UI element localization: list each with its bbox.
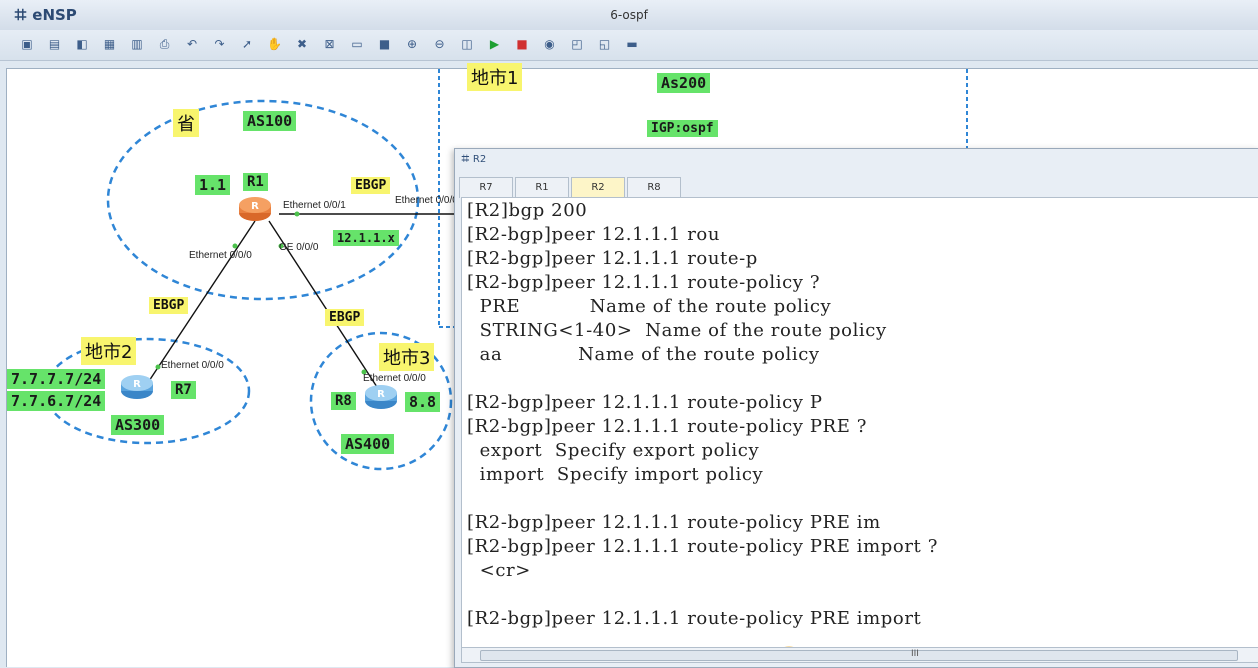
delete-link-icon[interactable]: ⊠: [321, 35, 339, 53]
r7-eth000-port: Ethernet 0/0/0: [161, 360, 224, 371]
port-dot: [155, 364, 161, 370]
toolbar: ▣ ▤ ◧ ▦ ▥ ⎙ ↶ ↷ ➚ ✋ ✖ ⊠ ▭ ■ ⊕ ⊖ ◫ ▶ ■ ◉ ◰ ◱ ▬: [0, 30, 1258, 61]
new-topo2-icon[interactable]: ▤: [46, 35, 64, 53]
terminal-line: PRE Name of the route policy: [467, 296, 832, 317]
zoom-out-icon[interactable]: ⊖: [431, 35, 449, 53]
ebgp-r1-r8-label: EBGP: [325, 309, 365, 326]
terminal-line: [R2-bgp]peer 12.1.1.1 route-policy P: [467, 392, 823, 413]
tab-r8[interactable]: R8: [627, 177, 681, 198]
title-bar: ꖛ eNSP 6-ospf: [0, 0, 1258, 30]
r1-name-label: R1: [243, 173, 268, 191]
as100-label: AS100: [243, 111, 297, 131]
area-city2-label: 地市2: [81, 337, 137, 365]
horizontal-scrollbar[interactable]: III: [461, 647, 1258, 663]
router-r8-icon[interactable]: R: [363, 381, 399, 411]
ebgp-r1-r2-label: EBGP: [351, 177, 391, 194]
r7-net1-label: 7.7.7.7/24: [7, 369, 106, 389]
terminal-output[interactable]: [R2]bgp 200 [R2-bgp]peer 12.1.1.1 rou [R2-…: [461, 197, 1258, 649]
capture-icon[interactable]: ◉: [541, 35, 559, 53]
topo-icon[interactable]: ◰: [568, 35, 586, 53]
svg-text:R: R: [251, 201, 259, 212]
open-icon[interactable]: ◧: [73, 35, 91, 53]
console-window-r2[interactable]: ꖛ R2 R7 R1 R2 R8 [R2]bgp 200 [R2-bgp]peer 12…: [454, 148, 1258, 668]
port-dot: [232, 243, 238, 249]
zoom-in-icon[interactable]: ⊕: [403, 35, 421, 53]
scrollbar-thumb[interactable]: III: [480, 649, 1238, 661]
terminal-line: [R2-bgp]peer 12.1.1.1 route-policy PRE i…: [467, 536, 938, 557]
area-city1-label: 地市1: [467, 63, 523, 91]
stop-icon[interactable]: ■: [513, 35, 531, 53]
terminal-line: [R2-bgp]peer 12.1.1.1 route-policy ?: [467, 272, 821, 293]
as200-label: As200: [657, 73, 711, 93]
tab-r1[interactable]: R1: [515, 177, 569, 198]
tab-r7[interactable]: R7: [459, 177, 513, 198]
terminal-line: [R2-bgp]peer 12.1.1.1 route-policy PRE i…: [467, 512, 881, 533]
port-dot: [294, 211, 300, 217]
r2-eth000-port: Ethernet 0/0/0: [395, 195, 458, 206]
r7-name-label: R7: [171, 381, 196, 399]
print-icon[interactable]: ⎙: [156, 35, 174, 53]
save-icon[interactable]: ▦: [101, 35, 119, 53]
area-city3-label: 地市3: [379, 343, 435, 371]
r1-eth000-port: Ethernet 0/0/0: [189, 250, 252, 261]
window-title: 6-ospf: [610, 8, 648, 22]
svg-text:R: R: [133, 379, 141, 390]
tab-r2[interactable]: R2: [571, 177, 625, 198]
router-r7-icon[interactable]: R: [119, 371, 155, 401]
terminal-line: <cr>: [467, 560, 531, 581]
igp-label: IGP:ospf: [647, 120, 718, 137]
redo-icon[interactable]: ↷: [211, 35, 229, 53]
console-title-text: R2: [472, 154, 487, 165]
terminal-line: STRING<1-40> Name of the route policy: [467, 320, 887, 341]
palette-icon[interactable]: ■: [376, 35, 394, 53]
r8-eth000-port: Ethernet 0/0/0: [363, 373, 426, 384]
terminal-line: aa Name of the route policy: [467, 344, 820, 365]
text-icon[interactable]: ▭: [348, 35, 366, 53]
r1-eth001-port: Ethernet 0/0/1: [283, 200, 346, 211]
terminal-line: [R2-bgp]peer 12.1.1.1 route-p: [467, 248, 758, 269]
ebgp-r1-r7-label: EBGP: [149, 297, 189, 314]
terminal-line: import Specify import policy: [467, 464, 764, 485]
fit-icon[interactable]: ◫: [458, 35, 476, 53]
scrollbar-grip: III: [911, 649, 919, 659]
r1-addr-label: 1.1: [195, 175, 231, 195]
new-topo-icon[interactable]: ▣: [18, 35, 36, 53]
terminal-line: export Specify export policy: [467, 440, 760, 461]
undo-icon[interactable]: ↶: [183, 35, 201, 53]
save-as-icon[interactable]: ▥: [128, 35, 146, 53]
settings-icon[interactable]: ◱: [596, 35, 614, 53]
r8-addr-label: 8.8: [405, 392, 441, 412]
r1-ge000-port: GE 0/0/0: [279, 242, 319, 253]
console-title: ꖛ R2: [461, 154, 487, 165]
subnet-label: 12.1.1.x: [333, 230, 399, 246]
terminal-line: [R2-bgp]peer 12.1.1.1 rou: [467, 224, 721, 245]
terminal-line: [R2-bgp]peer 12.1.1.1 route-policy PRE ?: [467, 416, 868, 437]
terminal-line: [R2-bgp]peer 12.1.1.1 route-policy PRE i…: [467, 608, 922, 629]
r8-name-label: R8: [331, 392, 356, 410]
start-icon[interactable]: ▶: [486, 35, 504, 53]
svg-text:R: R: [377, 389, 385, 400]
hand-icon[interactable]: ✋: [266, 35, 284, 53]
as300-label: AS300: [111, 415, 165, 435]
area-province-label: 省: [173, 109, 199, 137]
as400-label: AS400: [341, 434, 395, 454]
r7-net2-label: 7.7.6.7/24: [7, 391, 106, 411]
select-icon[interactable]: ➚: [238, 35, 256, 53]
delete-icon[interactable]: ✖: [293, 35, 311, 53]
router-r1-icon[interactable]: R: [237, 193, 273, 223]
console-icon[interactable]: ▬: [623, 35, 641, 53]
terminal-line: [R2]bgp 200: [467, 200, 588, 221]
